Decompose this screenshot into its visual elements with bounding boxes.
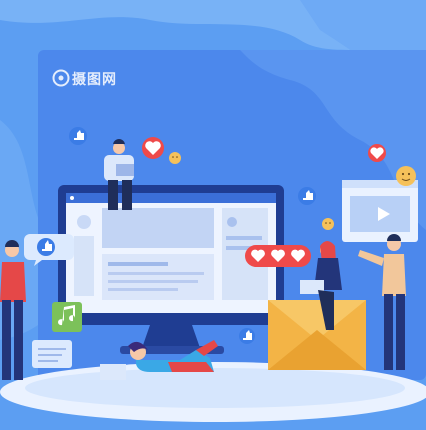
screen-right-line xyxy=(226,236,262,240)
smile-emoji-icon xyxy=(169,152,181,164)
monitor-stand xyxy=(142,325,200,348)
screen-banner xyxy=(102,208,214,248)
screen-post xyxy=(102,254,214,300)
chat-bubble-icon xyxy=(32,340,72,368)
illustration-stage: 摄图网 xyxy=(0,0,426,430)
heart-bubble-right xyxy=(368,144,386,162)
hearts-bar xyxy=(245,245,311,267)
screen-right-avatar xyxy=(227,217,237,227)
watermark-text: 摄图网 xyxy=(72,72,117,88)
heart-bubble-top xyxy=(142,137,164,159)
screen-line-2 xyxy=(108,272,204,275)
screen-left-list xyxy=(74,236,94,296)
screen-avatar xyxy=(77,215,91,229)
screen-line-3 xyxy=(108,280,198,283)
smile-emoji-icon-3 xyxy=(322,218,334,230)
ground-shadow xyxy=(25,368,405,408)
music-note-icon xyxy=(52,302,82,332)
screen-line-4 xyxy=(108,288,178,291)
watermark: 摄图网 xyxy=(72,70,117,88)
screen-topbar xyxy=(66,193,276,203)
laptop-icon xyxy=(100,364,126,380)
smile-emoji-icon-2 xyxy=(396,166,416,186)
envelope-icon xyxy=(268,300,366,370)
social-media-illustration xyxy=(0,0,426,430)
like-icon-small-3 xyxy=(239,328,255,344)
screen-line-1 xyxy=(108,262,168,266)
screen-dot xyxy=(70,196,74,200)
like-icon-small-2 xyxy=(298,187,316,205)
video-window xyxy=(342,180,418,242)
like-icon-small-1 xyxy=(69,127,87,145)
